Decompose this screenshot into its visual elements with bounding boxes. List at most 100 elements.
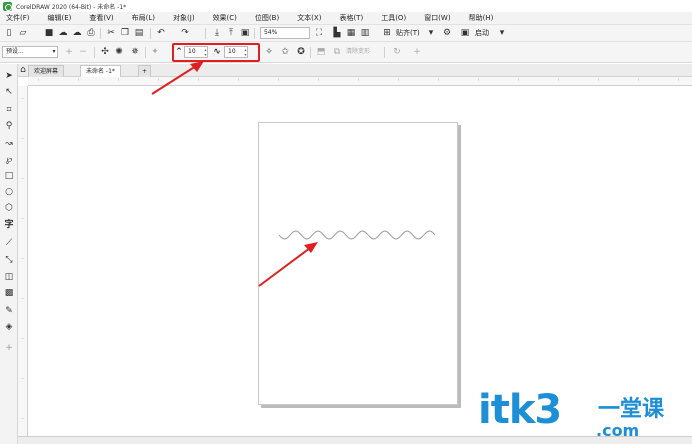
menu-effects[interactable]: 效果(C): [213, 13, 237, 23]
menu-help[interactable]: 帮助(H): [469, 13, 494, 23]
status-bar: [18, 436, 692, 444]
menu-window[interactable]: 窗口(W): [424, 13, 450, 23]
remove-preset-icon[interactable]: −: [78, 47, 88, 57]
rectangle-tool-icon[interactable]: □: [3, 170, 15, 182]
menu-bitmaps[interactable]: 位图(B): [255, 13, 279, 23]
add-preset-icon[interactable]: +: [64, 47, 74, 57]
full-screen-icon[interactable]: ⛶: [314, 28, 324, 38]
add-center-icon[interactable]: ✦: [150, 47, 160, 57]
watermark-domain: .com: [596, 421, 640, 440]
random-distortion-icon[interactable]: ✧: [264, 47, 274, 57]
menu-object[interactable]: 对象(J): [173, 13, 195, 23]
menu-layout[interactable]: 布局(L): [132, 13, 155, 23]
menu-bar: 文件(F) 编辑(E) 查看(V) 布局(L) 对象(J) 效果(C) 位图(B…: [0, 12, 692, 25]
polygon-tool-icon[interactable]: ⬡: [3, 202, 15, 214]
paste-icon[interactable]: ▤: [134, 28, 144, 38]
zoom-level-field[interactable]: 54%: [260, 27, 310, 39]
pick-tool-icon[interactable]: ➤: [3, 70, 15, 82]
home-icon[interactable]: ⌂: [18, 65, 28, 75]
export-icon[interactable]: ⤒: [226, 28, 236, 38]
customize-toolbox-icon[interactable]: +: [3, 342, 15, 354]
ruler-tick: |: [678, 77, 680, 81]
zipper-amplitude-icon: ⌃: [175, 47, 183, 57]
zoom-tool-icon[interactable]: ⚲: [3, 120, 15, 132]
menu-text[interactable]: 文本(X): [297, 13, 321, 23]
copy-distortion-icon[interactable]: ⧉: [332, 47, 342, 57]
cut-icon[interactable]: ✂: [106, 28, 116, 38]
coreldraw-logo-icon: [3, 1, 12, 11]
clear-distortion-label[interactable]: 清除变形: [346, 47, 370, 57]
wavy-line[interactable]: [259, 123, 459, 406]
launch-icon[interactable]: ▣: [460, 28, 470, 38]
ruler-tick: —: [21, 256, 24, 260]
new-document-icon[interactable]: ▯: [4, 28, 14, 38]
tab-untitled-document[interactable]: 未命名 -1*: [80, 65, 121, 77]
save-icon[interactable]: ■: [44, 28, 54, 38]
text-tool-icon[interactable]: 字: [3, 219, 15, 231]
preset-chevron-down-icon[interactable]: ▾: [49, 47, 59, 57]
ruler-tick: |: [118, 77, 120, 81]
artistic-media-tool-icon[interactable]: ℘: [3, 154, 15, 166]
interactive-fill-tool-icon[interactable]: ◈: [3, 321, 15, 333]
shadow-tool-icon[interactable]: ◫: [3, 271, 15, 283]
preset-value: 预设...: [6, 48, 24, 55]
menu-view[interactable]: 查看(V): [89, 13, 113, 23]
push-pull-distortion-icon[interactable]: ✣: [100, 47, 110, 57]
window-title: CorelDRAW 2020 (64-Bit) - 未命名 -1*: [16, 3, 127, 11]
smooth-distortion-icon[interactable]: ✩: [280, 47, 290, 57]
snap-to-label[interactable]: 贴齐(T): [396, 28, 420, 38]
redo-icon[interactable]: ↷: [180, 28, 190, 38]
chevron-down-icon[interactable]: ▾: [426, 28, 436, 38]
document-page[interactable]: [258, 122, 458, 405]
undo-icon[interactable]: ↶: [156, 28, 166, 38]
connector-tool-icon[interactable]: ⤡: [3, 254, 15, 266]
transparency-tool-icon[interactable]: ▩: [3, 287, 15, 299]
watermark-brand: itk3: [478, 387, 562, 433]
show-rulers-icon[interactable]: ▙: [332, 28, 342, 38]
ruler-tick: |: [198, 77, 200, 81]
add-tab-button[interactable]: +: [138, 65, 152, 77]
ellipse-tool-icon[interactable]: ○: [3, 186, 15, 198]
zipper-amplitude-value: 10: [188, 48, 196, 55]
ruler-tick: |: [278, 77, 280, 81]
copy-icon[interactable]: ❐: [120, 28, 130, 38]
menu-tools[interactable]: 工具(O): [381, 13, 406, 23]
add-icon[interactable]: +: [412, 47, 422, 57]
cloud-upload-icon[interactable]: ☁: [72, 28, 82, 38]
title-bar: CorelDRAW 2020 (64-Bit) - 未命名 -1*: [0, 0, 692, 12]
horizontal-ruler[interactable]: | | | | | | | | | | | | | | | | |: [28, 77, 692, 86]
freehand-tool-icon[interactable]: ↝: [3, 138, 15, 150]
ruler-tick: —: [21, 376, 24, 380]
menu-edit[interactable]: 编辑(E): [48, 13, 72, 23]
export-pdf-icon[interactable]: ▣: [240, 28, 250, 38]
local-distortion-icon[interactable]: ✪: [296, 47, 306, 57]
ruler-tick: —: [21, 96, 24, 100]
crop-tool-icon[interactable]: ⌗: [3, 104, 15, 116]
drawing-canvas[interactable]: [28, 86, 692, 436]
parallel-dimension-tool-icon[interactable]: ⟋: [3, 237, 15, 249]
convert-to-curves-icon[interactable]: ⬒: [316, 47, 326, 57]
menu-table[interactable]: 表格(T): [339, 13, 363, 23]
document-tab-bar: ⌂ 欢迎屏幕 未命名 -1* +: [18, 64, 692, 77]
options-gear-icon[interactable]: ⚙: [442, 28, 452, 38]
vertical-ruler[interactable]: — — — — — — — — —: [18, 86, 28, 436]
tab-welcome-screen[interactable]: 欢迎屏幕: [28, 65, 65, 77]
shape-tool-icon[interactable]: ↖: [3, 86, 15, 98]
amplitude-spinner[interactable]: ▴ ▾: [203, 47, 208, 57]
zipper-distortion-icon[interactable]: ✺: [114, 47, 124, 57]
twister-distortion-icon[interactable]: ✵: [130, 47, 140, 57]
launch-label[interactable]: 启动: [475, 28, 489, 38]
eyedropper-tool-icon[interactable]: ✎: [3, 305, 15, 317]
snap-to-icon[interactable]: ⊞: [382, 28, 392, 38]
import-icon[interactable]: ⤓: [212, 28, 222, 38]
open-icon[interactable]: ▱: [18, 28, 28, 38]
show-guidelines-icon[interactable]: ▥: [360, 28, 370, 38]
cloud-download-icon[interactable]: ☁: [58, 28, 68, 38]
refresh-icon[interactable]: ↻: [392, 47, 402, 57]
launch-chevron-down-icon[interactable]: ▾: [497, 28, 507, 38]
show-grid-icon[interactable]: ▦: [346, 28, 356, 38]
frequency-spinner[interactable]: ▴ ▾: [243, 47, 248, 57]
menu-file[interactable]: 文件(F): [6, 13, 30, 23]
print-icon[interactable]: ⎙: [86, 28, 96, 38]
ruler-tick: |: [518, 77, 520, 81]
